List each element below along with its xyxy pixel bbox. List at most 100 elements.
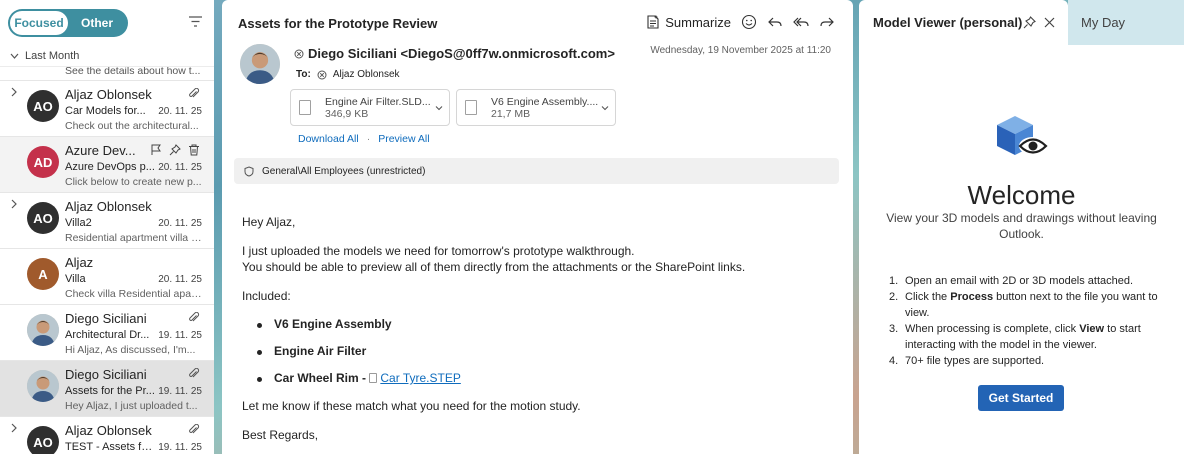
to-label: To: [296, 69, 311, 80]
subject: TEST - Assets fo... [65, 441, 155, 453]
sender-avatar[interactable] [240, 44, 280, 84]
avatar: AO [27, 426, 59, 454]
attachment-card[interactable]: Engine Air Filter.SLD... 346,9 KB [290, 89, 450, 126]
chevron-down-icon [10, 53, 19, 59]
chevron-right-icon[interactable] [10, 87, 18, 97]
partial-preview: See the details about how t... [65, 67, 201, 77]
sender-name: Aljaz Oblonsek [65, 199, 152, 214]
attachment-size: 21,7 MB [491, 107, 531, 120]
chevron-down-icon[interactable] [435, 104, 443, 112]
attachment-card[interactable]: V6 Engine Assembly.... 21,7 MB [456, 89, 616, 126]
attachment-icon [189, 312, 200, 322]
pin-icon[interactable] [169, 144, 181, 156]
preview: Hi Aljaz, As discussed, I'm... [65, 344, 196, 356]
person-photo-icon [240, 44, 280, 84]
presence-icon [294, 49, 304, 58]
step-bold: View [1079, 323, 1105, 335]
get-started-button[interactable]: Get Started [978, 385, 1064, 411]
reading-pane: Assets for the Prototype Review Summariz… [222, 0, 853, 454]
list-item[interactable]: A Aljaz Villa 20. 11. 25 Check villa Res… [0, 249, 214, 305]
file-icon [369, 373, 378, 383]
subject: Villa [65, 273, 86, 285]
file-icon [465, 100, 477, 115]
preview-all-link[interactable]: Preview All [378, 133, 429, 145]
step-number: 2. [889, 291, 899, 303]
step-text: 70+ file types are supported. [905, 355, 1045, 367]
list-item[interactable]: AO Aljaz Oblonsek TEST - Assets fo... 19… [0, 417, 214, 454]
subject: Villa2 [65, 217, 92, 229]
summarize-label: Summarize [665, 14, 731, 30]
attachment-actions: Download All · Preview All [298, 133, 430, 145]
emoji-icon[interactable] [741, 14, 757, 30]
delete-icon[interactable] [188, 144, 200, 156]
sensitivity-banner: General\All Employees (unrestricted) [234, 158, 839, 184]
attachment-icon [189, 424, 200, 434]
avatar: AO [27, 202, 59, 234]
list-item-partial[interactable]: See the details about how t... [0, 67, 214, 81]
subject: Car Models for... [65, 105, 146, 117]
reply-icon[interactable] [767, 14, 783, 30]
download-all-link[interactable]: Download All [298, 133, 359, 145]
step-item: 2. Click the Process button next to the f… [889, 289, 1174, 321]
greeting: Hey Aljaz, [242, 215, 296, 229]
group-header-last-month[interactable]: Last Month [0, 45, 214, 67]
step-bold: Process [950, 291, 994, 303]
sender-name: Diego Siciliani [65, 367, 147, 382]
date: 19. 11. 25 [158, 442, 202, 453]
car-tyre-link[interactable]: Car Tyre.STEP [380, 371, 460, 385]
pin-icon[interactable] [1023, 16, 1036, 29]
model-viewer-panel: Welcome View your 3D models and drawings… [859, 45, 1184, 454]
file-icon [299, 100, 311, 115]
list-item-air-filter: Engine Air Filter [242, 344, 832, 358]
sender-name: Diego Siciliani [65, 311, 147, 326]
reply-all-icon[interactable] [793, 14, 809, 30]
attachment-name: V6 Engine Assembly.... [491, 95, 599, 108]
list-item[interactable]: Diego Siciliani Architectural Dr... 19. … [0, 305, 214, 361]
list-item-selected[interactable]: Diego Siciliani Assets for the Pr... 19.… [0, 361, 214, 417]
tab-my-day[interactable]: My Day [1068, 0, 1184, 45]
summarize-icon [647, 15, 659, 29]
email-body: Hey Aljaz, I just uploaded the models we… [242, 214, 832, 443]
list-item[interactable]: AO Aljaz Oblonsek Car Models for... 20. … [0, 81, 214, 137]
subject: Azure DevOps p... [65, 161, 155, 173]
tab-model-viewer[interactable]: Model Viewer (personal) [859, 0, 1068, 45]
step-item: 1. Open an email with 2D or 3D models att… [889, 273, 1174, 289]
reading-toolbar: Summarize [645, 14, 835, 30]
body-line: I just uploaded the models we need for t… [242, 244, 635, 258]
focused-tab[interactable]: Focused [10, 11, 68, 35]
sender-line[interactable]: Diego Siciliani <DiegoS@0ff7w.onmicrosof… [294, 46, 615, 61]
sensitivity-label: General\All Employees (unrestricted) [262, 165, 426, 177]
step-text: Open an email with 2D or 3D models attac… [905, 275, 1134, 287]
list-item[interactable]: AO Aljaz Oblonsek Villa2 20. 11. 25 Resi… [0, 193, 214, 249]
forward-icon[interactable] [819, 14, 835, 30]
message-list: Focused Other Last Month See the details… [0, 0, 214, 454]
avatar: A [27, 258, 59, 290]
preview: Click below to create new p... [65, 176, 202, 188]
step-number: 3. [889, 323, 899, 335]
chevron-right-icon[interactable] [10, 199, 18, 209]
recipient-name[interactable]: Aljaz Oblonsek [333, 69, 400, 80]
flag-icon[interactable] [150, 144, 162, 156]
filter-icon[interactable] [189, 16, 202, 27]
shield-icon [244, 165, 254, 177]
sender-name: Aljaz Oblonsek [65, 423, 152, 438]
preview: Residential apartment villa t... [65, 232, 202, 244]
attachment-icon [189, 368, 200, 378]
sender-name: Aljaz Oblonsek [65, 87, 152, 102]
chevron-down-icon[interactable] [601, 104, 609, 112]
other-tab[interactable]: Other [68, 11, 126, 35]
avatar [27, 370, 59, 402]
presence-icon [317, 70, 327, 79]
bullet-text: Engine Air Filter [274, 344, 367, 358]
body-line: You should be able to preview all of the… [242, 260, 746, 274]
bullet-text: V6 Engine Assembly [274, 317, 392, 331]
step-text: Click the [905, 291, 951, 303]
add-in-pane: Model Viewer (personal) My Day Welcome V… [859, 0, 1184, 454]
group-label: Last Month [25, 49, 80, 62]
summarize-button[interactable]: Summarize [645, 14, 731, 30]
step-number: 4. [889, 355, 899, 367]
list-item[interactable]: AD Azure Dev... Azure DevOps p... 20. 11… [0, 137, 214, 193]
date: 20. 11. 25 [158, 106, 202, 117]
close-icon[interactable] [1043, 16, 1056, 29]
chevron-right-icon[interactable] [10, 423, 18, 433]
